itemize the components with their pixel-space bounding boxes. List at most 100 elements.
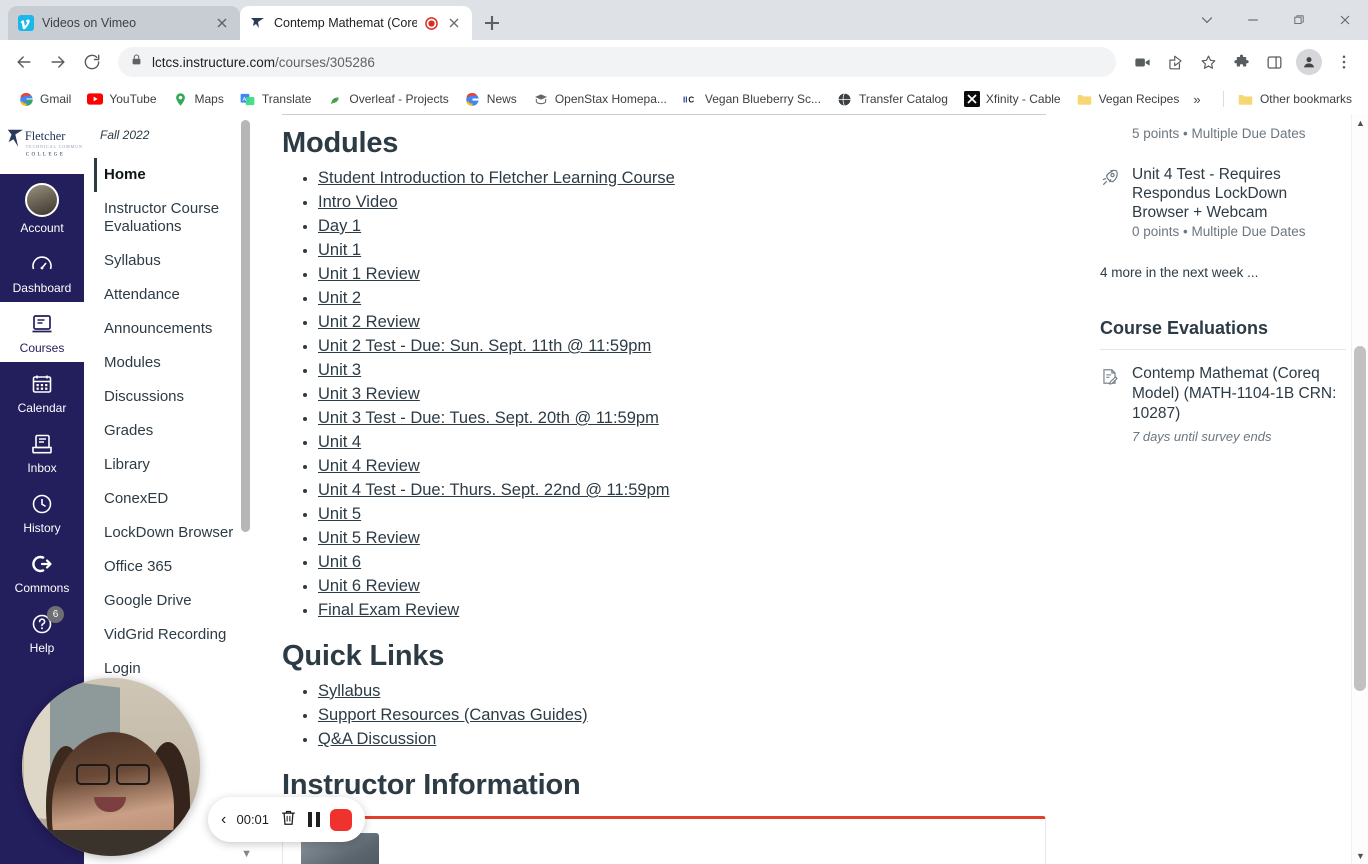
course-nav-office-365[interactable]: Office 365 bbox=[94, 550, 254, 584]
forward-icon[interactable] bbox=[42, 46, 74, 78]
course-nav-library[interactable]: Library bbox=[94, 448, 254, 482]
chevron-down-icon[interactable] bbox=[1184, 0, 1230, 40]
module-link[interactable]: Unit 6 Review bbox=[318, 574, 420, 598]
sidebar-item-inbox[interactable]: Inbox bbox=[0, 422, 84, 482]
module-link[interactable]: Unit 5 Review bbox=[318, 526, 420, 550]
bookmark-vegan-recipes-folder[interactable]: Vegan Recipes bbox=[1069, 88, 1188, 110]
bookmark-translate[interactable]: A Translate bbox=[232, 88, 320, 110]
scrollbar-thumb[interactable] bbox=[1354, 346, 1366, 691]
course-nav-google-drive[interactable]: Google Drive bbox=[94, 584, 254, 618]
quick-link[interactable]: Support Resources (Canvas Guides) bbox=[318, 703, 588, 727]
fletcher-college-logo[interactable]: Fletcher TECHNICAL COMMUNITY COLLEGE bbox=[0, 114, 84, 174]
chrome-menu-icon[interactable] bbox=[1328, 46, 1360, 78]
module-link[interactable]: Student Introduction to Fletcher Learnin… bbox=[318, 166, 675, 190]
module-link[interactable]: Day 1 bbox=[318, 214, 361, 238]
profile-avatar[interactable] bbox=[1296, 49, 1322, 75]
camera-icon[interactable] bbox=[1126, 46, 1158, 78]
bookmark-openstax[interactable]: OpenStax Homepa... bbox=[525, 88, 675, 110]
bookmark-other-bookmarks[interactable]: Other bookmarks bbox=[1230, 88, 1360, 110]
sidebar-item-calendar[interactable]: Calendar bbox=[0, 362, 84, 422]
bookmark-vegan-blueberry[interactable]: II C Vegan Blueberry Sc... bbox=[675, 88, 829, 110]
sidebar-item-account[interactable]: Account bbox=[0, 174, 84, 242]
course-nav-conexed[interactable]: ConexED bbox=[94, 482, 254, 516]
module-link[interactable]: Unit 1 Review bbox=[318, 262, 420, 286]
share-icon[interactable] bbox=[1159, 46, 1191, 78]
minimize-icon[interactable] bbox=[1230, 0, 1276, 40]
close-window-icon[interactable] bbox=[1322, 0, 1368, 40]
pause-icon[interactable] bbox=[308, 812, 320, 827]
todo-more-link[interactable]: 4 more in the next week ... bbox=[1100, 265, 1346, 280]
browser-tab-canvas[interactable]: Contemp Mathemat (Coreq bbox=[240, 6, 472, 40]
course-nav-instructor-course-evaluations[interactable]: Instructor Course Evaluations bbox=[94, 192, 254, 244]
restore-icon[interactable] bbox=[1276, 0, 1322, 40]
evaluation-body: Contemp Mathemat (Coreq Model) (MATH-110… bbox=[1132, 364, 1346, 444]
screen-recorder-toolbar: ‹ 00:01 bbox=[208, 797, 365, 842]
module-link[interactable]: Unit 5 bbox=[318, 502, 361, 526]
bookmark-gmail[interactable]: Gmail bbox=[10, 88, 79, 110]
module-link[interactable]: Unit 2 Test - Due: Sun. Sept. 11th @ 11:… bbox=[318, 334, 651, 358]
side-panel-icon[interactable] bbox=[1258, 46, 1290, 78]
todo-item[interactable]: Unit 4 Test - Requires Respondus LockDow… bbox=[1100, 165, 1346, 222]
course-nav-syllabus[interactable]: Syllabus bbox=[94, 244, 254, 278]
address-bar[interactable]: lctcs.instructure.com/courses/305286 bbox=[118, 47, 1116, 77]
trash-icon[interactable] bbox=[279, 808, 298, 832]
module-link[interactable]: Unit 2 bbox=[318, 286, 361, 310]
course-nav-attendance[interactable]: Attendance bbox=[94, 278, 254, 312]
bookmarks-overflow-button[interactable]: » bbox=[1187, 89, 1206, 110]
webcam-bubble-overlay[interactable] bbox=[22, 678, 200, 856]
quick-link[interactable]: Syllabus bbox=[318, 679, 380, 703]
recorder-collapse-button[interactable]: ‹ bbox=[221, 811, 226, 829]
sidebar-item-history[interactable]: History bbox=[0, 482, 84, 542]
bookmark-transfer-catalog[interactable]: Transfer Catalog bbox=[829, 88, 956, 110]
course-nav-lockdown-browser[interactable]: LockDown Browser bbox=[94, 516, 254, 550]
url-host: lctcs.instructure.com bbox=[152, 54, 276, 70]
module-link[interactable]: Unit 1 bbox=[318, 238, 361, 262]
course-nav-modules[interactable]: Modules bbox=[94, 346, 254, 380]
star-icon[interactable] bbox=[1192, 46, 1224, 78]
page-scrollbar[interactable]: ▲ ▼ bbox=[1351, 114, 1368, 864]
bookmark-label: Gmail bbox=[40, 92, 72, 106]
scroll-down-icon[interactable]: ▼ bbox=[1352, 847, 1368, 864]
module-link[interactable]: Unit 3 Review bbox=[318, 382, 420, 406]
bookmark-youtube[interactable]: YouTube bbox=[79, 88, 164, 110]
module-link[interactable]: Final Exam Review bbox=[318, 598, 459, 622]
new-tab-button[interactable] bbox=[478, 9, 506, 37]
close-icon[interactable] bbox=[446, 15, 462, 31]
tab-recording-icon[interactable] bbox=[425, 16, 438, 30]
rocket-icon bbox=[1100, 165, 1122, 222]
module-link[interactable]: Unit 4 Review bbox=[318, 454, 420, 478]
module-link[interactable]: Unit 2 Review bbox=[318, 310, 420, 334]
reload-icon[interactable] bbox=[76, 46, 108, 78]
chevron-down-icon[interactable]: ▼ bbox=[241, 848, 252, 860]
course-nav-scrollbar[interactable] bbox=[241, 120, 250, 532]
list-item: Unit 1 Review bbox=[318, 262, 1046, 286]
scroll-up-icon[interactable]: ▲ bbox=[1352, 114, 1368, 131]
module-link[interactable]: Unit 3 bbox=[318, 358, 361, 382]
course-nav-vidgrid-recording[interactable]: VidGrid Recording bbox=[94, 618, 254, 652]
extensions-icon[interactable] bbox=[1225, 46, 1257, 78]
bookmark-overleaf[interactable]: Overleaf - Projects bbox=[319, 88, 456, 110]
module-link[interactable]: Unit 4 bbox=[318, 430, 361, 454]
sidebar-item-dashboard[interactable]: Dashboard bbox=[0, 242, 84, 302]
course-nav-grades[interactable]: Grades bbox=[94, 414, 254, 448]
module-link[interactable]: Intro Video bbox=[318, 190, 398, 214]
module-link[interactable]: Unit 6 bbox=[318, 550, 361, 574]
module-link[interactable]: Unit 3 Test - Due: Tues. Sept. 20th @ 11… bbox=[318, 406, 659, 430]
course-evaluation-item[interactable]: Contemp Mathemat (Coreq Model) (MATH-110… bbox=[1100, 364, 1346, 444]
course-nav-home[interactable]: Home bbox=[94, 158, 254, 192]
sidebar-item-courses[interactable]: Courses bbox=[0, 302, 84, 362]
back-icon[interactable] bbox=[8, 46, 40, 78]
sidebar-item-commons[interactable]: Commons bbox=[0, 542, 84, 602]
bookmark-xfinity[interactable]: Xfinity - Cable bbox=[956, 88, 1069, 110]
close-icon[interactable] bbox=[214, 15, 230, 31]
module-link[interactable]: Unit 4 Test - Due: Thurs. Sept. 22nd @ 1… bbox=[318, 478, 670, 502]
browser-tab-vimeo[interactable]: Videos on Vimeo bbox=[8, 6, 240, 40]
course-nav-announcements[interactable]: Announcements bbox=[94, 312, 254, 346]
bookmark-maps[interactable]: Maps bbox=[165, 88, 232, 110]
todo-item-meta: 0 points • Multiple Due Dates bbox=[1132, 224, 1306, 239]
sidebar-item-help[interactable]: 6 Help bbox=[0, 602, 84, 662]
bookmark-news[interactable]: News bbox=[457, 88, 525, 110]
stop-icon[interactable] bbox=[330, 808, 352, 831]
course-nav-discussions[interactable]: Discussions bbox=[94, 380, 254, 414]
quick-link[interactable]: Q&A Discussion bbox=[318, 727, 436, 751]
